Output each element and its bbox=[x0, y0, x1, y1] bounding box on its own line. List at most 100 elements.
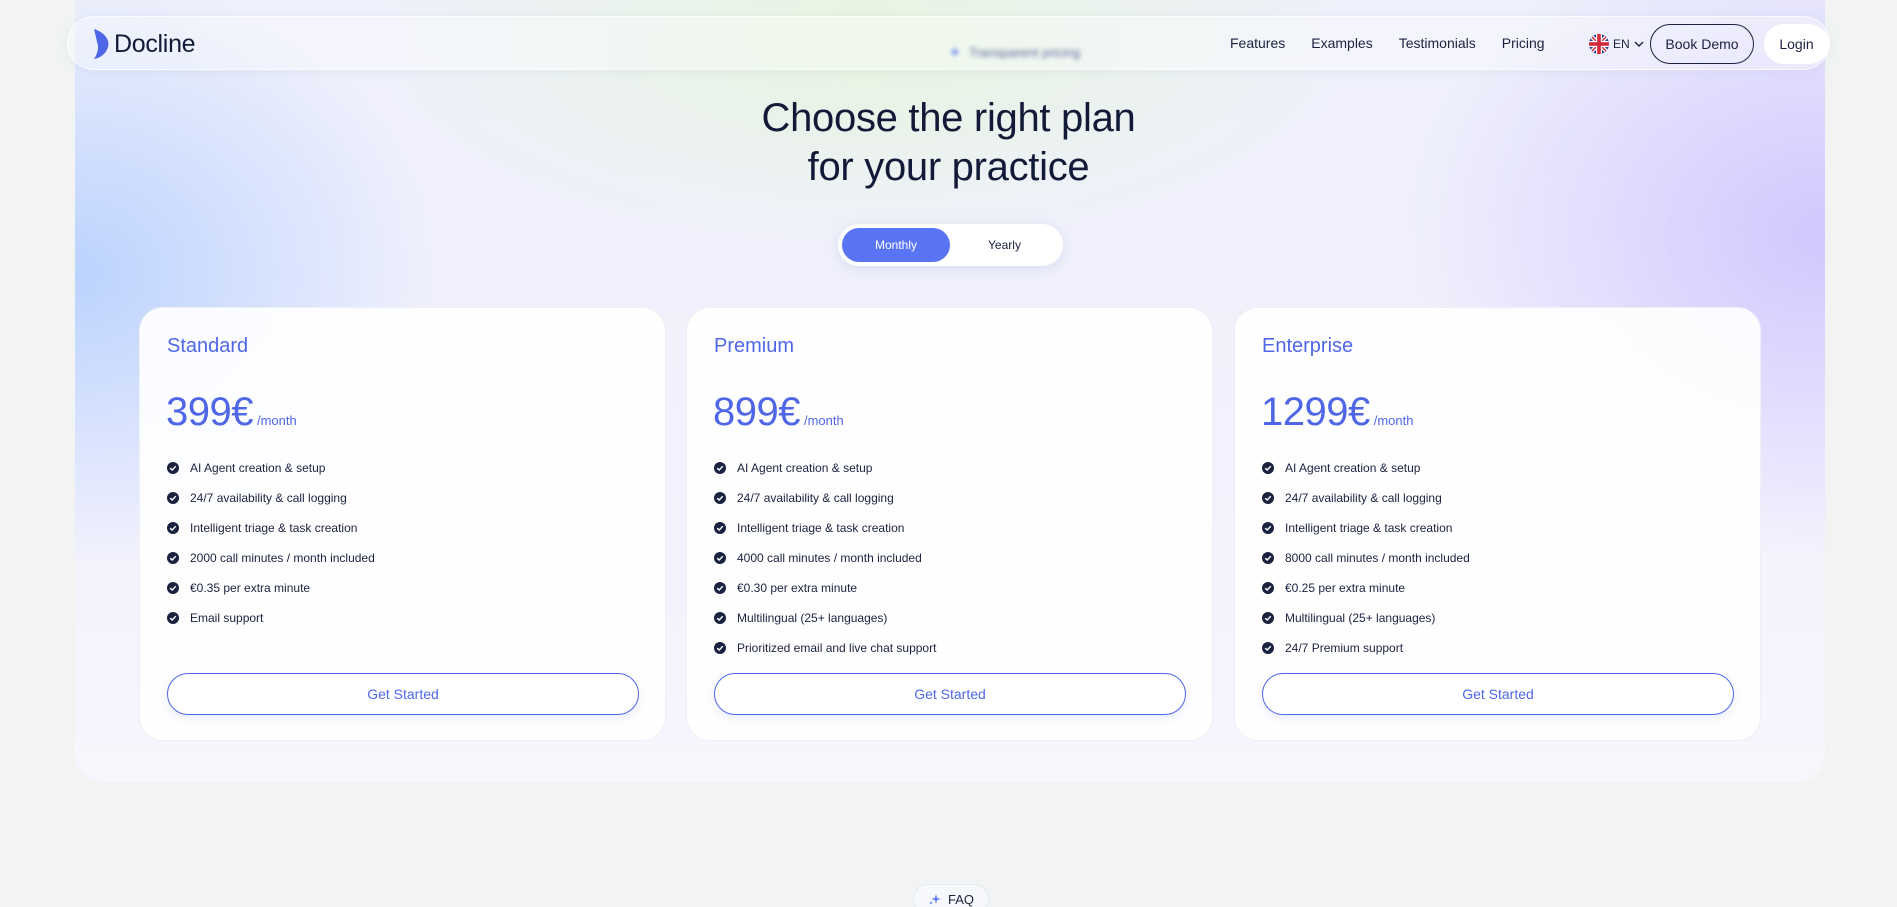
language-selector[interactable]: EN bbox=[1589, 34, 1644, 54]
feature-item: Multilingual (25+ languages) bbox=[714, 603, 936, 633]
price-amount: 899€ bbox=[713, 390, 800, 434]
price-period: /month bbox=[1373, 413, 1414, 428]
feature-item: Intelligent triage & task creation bbox=[1262, 513, 1470, 543]
feature-text: 2000 call minutes / month included bbox=[190, 551, 375, 565]
feature-text: 24/7 availability & call logging bbox=[737, 491, 894, 505]
check-circle-icon bbox=[714, 462, 726, 474]
get-started-button[interactable]: Get Started bbox=[714, 673, 1186, 715]
feature-text: 24/7 availability & call logging bbox=[190, 491, 347, 505]
feature-text: 24/7 Premium support bbox=[1285, 641, 1404, 655]
plan-name: Enterprise bbox=[1262, 335, 1354, 357]
check-circle-icon bbox=[714, 582, 726, 594]
faq-label: FAQ bbox=[947, 891, 974, 907]
plan-price: 899€ /month bbox=[713, 390, 844, 435]
check-circle-icon bbox=[714, 612, 726, 624]
nav-link-features[interactable]: Features bbox=[1230, 35, 1285, 51]
nav-link-testimonials[interactable]: Testimonials bbox=[1399, 35, 1476, 51]
brand-name: Docline bbox=[114, 29, 196, 58]
feature-text: 24/7 availability & call logging bbox=[1285, 491, 1442, 505]
language-code: EN bbox=[1613, 37, 1630, 51]
get-started-button[interactable]: Get Started bbox=[1262, 673, 1734, 715]
feature-item: Multilingual (25+ languages) bbox=[1262, 603, 1470, 633]
monthly-toggle-button[interactable]: Monthly bbox=[842, 228, 950, 262]
check-circle-icon bbox=[1262, 492, 1274, 504]
check-circle-icon bbox=[714, 522, 726, 534]
feature-text: 4000 call minutes / month included bbox=[737, 551, 922, 565]
login-button[interactable]: Login bbox=[1764, 24, 1829, 64]
feature-item: AI Agent creation & setup bbox=[167, 453, 375, 483]
check-circle-icon bbox=[167, 492, 179, 504]
feature-text: AI Agent creation & setup bbox=[737, 461, 873, 475]
nav-link-examples[interactable]: Examples bbox=[1311, 35, 1372, 51]
feature-text: Intelligent triage & task creation bbox=[737, 521, 905, 535]
page-title: Choose the right plan for your practice bbox=[0, 94, 1897, 192]
feature-item: 4000 call minutes / month included bbox=[714, 543, 936, 573]
feature-item: €0.35 per extra minute bbox=[167, 573, 375, 603]
check-circle-icon bbox=[167, 582, 179, 594]
feature-item: Prioritized email and live chat support bbox=[714, 633, 936, 663]
price-period: /month bbox=[803, 413, 844, 428]
page-title-line-2: for your practice bbox=[807, 145, 1090, 189]
feature-item: 8000 call minutes / month included bbox=[1262, 543, 1470, 573]
plan-name: Standard bbox=[167, 335, 249, 357]
plan-card-standard: Standard 399€ /month AI Agent creation &… bbox=[139, 307, 666, 741]
nav-link-pricing[interactable]: Pricing bbox=[1502, 35, 1545, 51]
check-circle-icon bbox=[714, 552, 726, 564]
nav-links: Features Examples Testimonials Pricing bbox=[1230, 35, 1545, 51]
check-circle-icon bbox=[1262, 522, 1274, 534]
billing-period-toggle: Monthly Yearly bbox=[838, 224, 1063, 266]
section-chip-label: Transparent pricing bbox=[968, 44, 1081, 60]
check-circle-icon bbox=[1262, 582, 1274, 594]
feature-text: €0.35 per extra minute bbox=[190, 581, 311, 595]
check-circle-icon bbox=[167, 612, 179, 624]
feature-list: AI Agent creation & setup 24/7 availabil… bbox=[714, 453, 936, 663]
price-period: /month bbox=[256, 413, 297, 428]
price-amount: 399€ bbox=[166, 390, 253, 434]
faq-chip[interactable]: FAQ bbox=[913, 884, 989, 907]
plan-price: 1299€ /month bbox=[1261, 390, 1413, 435]
top-navigation: Docline ✦ Transparent pricing Features E… bbox=[67, 16, 1830, 70]
feature-item: Email support bbox=[167, 603, 375, 633]
check-circle-icon bbox=[167, 552, 179, 564]
feature-text: Intelligent triage & task creation bbox=[1285, 521, 1453, 535]
check-circle-icon bbox=[1262, 552, 1274, 564]
check-circle-icon bbox=[167, 462, 179, 474]
plan-price: 399€ /month bbox=[166, 390, 297, 435]
feature-item: €0.30 per extra minute bbox=[714, 573, 936, 603]
feature-text: Multilingual (25+ languages) bbox=[737, 611, 888, 625]
feature-item: 2000 call minutes / month included bbox=[167, 543, 375, 573]
feature-text: 8000 call minutes / month included bbox=[1285, 551, 1470, 565]
feature-text: AI Agent creation & setup bbox=[1285, 461, 1421, 475]
feature-item: Intelligent triage & task creation bbox=[167, 513, 375, 543]
check-circle-icon bbox=[1262, 642, 1274, 654]
check-circle-icon bbox=[167, 522, 179, 534]
feature-text: Prioritized email and live chat support bbox=[737, 641, 937, 655]
feature-list: AI Agent creation & setup 24/7 availabil… bbox=[167, 453, 375, 633]
feature-item: 24/7 availability & call logging bbox=[714, 483, 936, 513]
feature-item: 24/7 Premium support bbox=[1262, 633, 1470, 663]
get-started-button[interactable]: Get Started bbox=[167, 673, 639, 715]
feature-text: Multilingual (25+ languages) bbox=[1285, 611, 1436, 625]
page-title-line-1: Choose the right plan bbox=[761, 96, 1136, 140]
logo[interactable]: Docline bbox=[92, 27, 196, 61]
chevron-down-icon bbox=[1634, 41, 1644, 47]
check-circle-icon bbox=[1262, 462, 1274, 474]
sparkle-icon: ✦ bbox=[949, 43, 961, 60]
price-amount: 1299€ bbox=[1261, 390, 1370, 434]
feature-item: AI Agent creation & setup bbox=[1262, 453, 1470, 483]
feature-item: AI Agent creation & setup bbox=[714, 453, 936, 483]
plan-card-enterprise: Enterprise 1299€ /month AI Agent creatio… bbox=[1234, 307, 1761, 741]
check-circle-icon bbox=[714, 492, 726, 504]
section-chip: ✦ Transparent pricing bbox=[863, 42, 1103, 62]
feature-text: Intelligent triage & task creation bbox=[190, 521, 358, 535]
plan-name: Premium bbox=[714, 335, 795, 357]
check-circle-icon bbox=[1262, 612, 1274, 624]
docline-logo-icon bbox=[94, 29, 109, 59]
feature-text: €0.30 per extra minute bbox=[737, 581, 858, 595]
check-circle-icon bbox=[714, 642, 726, 654]
plan-card-premium: Premium 899€ /month AI Agent creation & … bbox=[686, 307, 1213, 741]
book-demo-button[interactable]: Book Demo bbox=[1650, 24, 1754, 64]
yearly-toggle-button[interactable]: Yearly bbox=[950, 228, 1059, 262]
feature-item: 24/7 availability & call logging bbox=[167, 483, 375, 513]
feature-item: 24/7 availability & call logging bbox=[1262, 483, 1470, 513]
